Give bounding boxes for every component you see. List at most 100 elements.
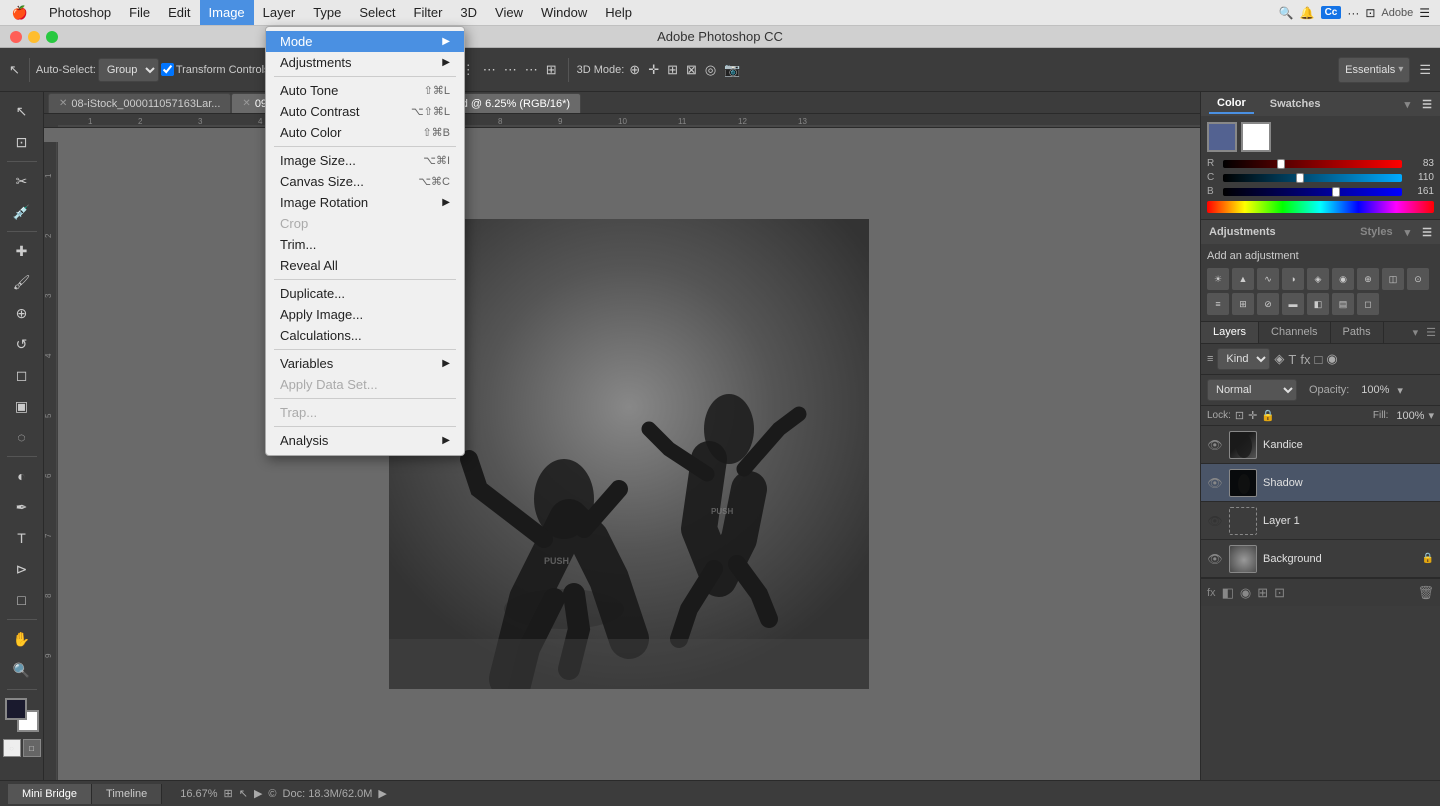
transform-controls-checkbox[interactable]: Transform Controls	[161, 63, 270, 76]
channel-mixer-adj-icon[interactable]: ≡	[1207, 293, 1229, 315]
menu-layer[interactable]: Layer	[254, 0, 305, 25]
menu-item-trim[interactable]: Trim...	[266, 234, 464, 255]
swatches-tab[interactable]: Swatches	[1262, 95, 1329, 113]
kind-dropdown[interactable]: Kind	[1217, 348, 1270, 370]
dist-extra-icon[interactable]: ⊞	[543, 62, 560, 78]
eyedropper-tool[interactable]: 💉	[4, 197, 40, 227]
layer-adj-icon[interactable]: ◉	[1240, 585, 1251, 601]
window-controls[interactable]	[10, 31, 58, 43]
3d-camera-icon[interactable]: 📷	[721, 62, 743, 78]
kind-filter-icon[interactable]: ◈	[1274, 351, 1284, 367]
color-tab[interactable]: Color	[1209, 94, 1254, 114]
lock-pixels-icon[interactable]: ⊡	[1235, 409, 1244, 422]
menu-item-duplicate[interactable]: Duplicate...	[266, 283, 464, 304]
threshold-adj-icon[interactable]: ◧	[1307, 293, 1329, 315]
close-button[interactable]	[10, 31, 22, 43]
path-tool[interactable]: ⊳	[4, 554, 40, 584]
apple-icon[interactable]: 🍎	[12, 5, 28, 21]
menu-type[interactable]: Type	[304, 0, 350, 25]
dist-top-icon[interactable]: ⋯	[480, 62, 499, 78]
layer-row-kandice[interactable]: 👁 Kandice	[1201, 426, 1440, 464]
tab-close-2[interactable]: ✕	[242, 98, 250, 109]
layer-row-background[interactable]: 👁 Background 🔒	[1201, 540, 1440, 578]
menu-file[interactable]: File	[120, 0, 159, 25]
foreground-color-picker[interactable]	[1207, 122, 1237, 152]
layers-panel-collapse[interactable]: ▾	[1409, 322, 1423, 343]
adjustments-tab[interactable]: Styles	[1360, 226, 1392, 238]
menu-item-mode[interactable]: Mode	[266, 31, 464, 52]
color-spectrum-bar[interactable]	[1207, 201, 1434, 213]
mini-bridge-tab[interactable]: Mini Bridge	[8, 784, 92, 804]
eraser-tool[interactable]: ◻	[4, 360, 40, 390]
levels-adj-icon[interactable]: ▲	[1232, 268, 1254, 290]
menu-select[interactable]: Select	[350, 0, 404, 25]
menu-item-analysis[interactable]: Analysis	[266, 430, 464, 451]
grid-icon[interactable]: ⊞	[224, 787, 233, 800]
menu-item-calculations[interactable]: Calculations...	[266, 325, 464, 346]
menu-3d[interactable]: 3D	[451, 0, 486, 25]
menu-help[interactable]: Help	[596, 0, 641, 25]
document-tab-1[interactable]: ✕ 08-iStock_000011057163Lar...	[48, 93, 231, 113]
menu-item-apply-image[interactable]: Apply Image...	[266, 304, 464, 325]
blur-tool[interactable]: ◌	[4, 422, 40, 452]
red-slider-thumb[interactable]	[1277, 159, 1285, 169]
hand-tool[interactable]: ✋	[4, 624, 40, 654]
menu-item-auto-color[interactable]: Auto Color ⇧⌘B	[266, 122, 464, 143]
move-tool[interactable]: ↖	[4, 96, 40, 126]
black-white-adj-icon[interactable]: ◫	[1382, 268, 1404, 290]
menu-image[interactable]: Image	[200, 0, 254, 25]
blue-slider-thumb[interactable]	[1332, 187, 1340, 197]
mode-filter-icon[interactable]: □	[1315, 352, 1323, 367]
screen-mode-icon[interactable]: □	[23, 739, 41, 757]
layer-visibility-layer1[interactable]: 👁	[1207, 513, 1223, 529]
layer-visibility-kandice[interactable]: 👁	[1207, 437, 1223, 453]
layer-visibility-background[interactable]: 👁	[1207, 551, 1223, 567]
3d-roll-icon[interactable]: ◎	[702, 62, 719, 78]
timeline-tab[interactable]: Timeline	[92, 784, 162, 804]
apple-menu[interactable]: 🍎	[0, 5, 40, 21]
dist-bottom-icon[interactable]: ⋯	[522, 62, 541, 78]
menu-photoshop[interactable]: Photoshop	[40, 0, 120, 25]
3d-scale-icon[interactable]: ⊞	[664, 62, 681, 78]
tab-close-1[interactable]: ✕	[59, 98, 67, 109]
cyan-slider[interactable]	[1223, 174, 1402, 182]
effect-filter-icon[interactable]: fx	[1300, 352, 1310, 367]
dodge-tool[interactable]: ◐	[4, 461, 40, 491]
menu-item-canvas-size[interactable]: Canvas Size... ⌥⌘C	[266, 171, 464, 192]
screen-icon[interactable]: ⊡	[1365, 6, 1375, 20]
new-group-icon[interactable]: ⊞	[1257, 585, 1268, 601]
menu-item-adjustments[interactable]: Adjustments	[266, 52, 464, 73]
3d-slide-icon[interactable]: ⊠	[683, 62, 700, 78]
new-layer-icon[interactable]: ⊡	[1274, 585, 1285, 601]
type-tool[interactable]: T	[4, 523, 40, 553]
canvas-scroll-area[interactable]: PUSH PUSH	[58, 128, 1200, 780]
menu-item-trap[interactable]: Trap...	[266, 402, 464, 423]
red-slider[interactable]	[1223, 160, 1402, 168]
menu-item-image-rotation[interactable]: Image Rotation	[266, 192, 464, 213]
doc-arrow-icon[interactable]: ▶	[378, 787, 386, 800]
heal-tool[interactable]: ✚	[4, 236, 40, 266]
posterize-adj-icon[interactable]: ▬	[1282, 293, 1304, 315]
color-balance-adj-icon[interactable]: ⊕	[1357, 268, 1379, 290]
menu-view[interactable]: View	[486, 0, 532, 25]
maximize-button[interactable]	[46, 31, 58, 43]
menu-item-variables[interactable]: Variables	[266, 353, 464, 374]
layers-panel-menu-icon[interactable]: ☰	[1422, 322, 1440, 343]
color-panel-collapse[interactable]: ▾	[1405, 98, 1411, 111]
gradient-tool[interactable]: ▣	[4, 391, 40, 421]
menu-item-auto-tone[interactable]: Auto Tone ⇧⌘L	[266, 80, 464, 101]
delete-layer-icon[interactable]: 🗑	[1417, 585, 1434, 601]
layer-row-shadow[interactable]: 👁 Shadow	[1201, 464, 1440, 502]
color-selector[interactable]	[5, 698, 39, 732]
paths-tab[interactable]: Paths	[1331, 322, 1384, 343]
menu-item-image-size[interactable]: Image Size... ⌥⌘I	[266, 150, 464, 171]
3d-rotate-icon[interactable]: ⊕	[626, 62, 643, 78]
fill-arrow-icon[interactable]: ▾	[1428, 409, 1434, 422]
auto-select-dropdown[interactable]: Group Layer	[98, 58, 159, 82]
menu-item-auto-contrast[interactable]: Auto Contrast ⌥⇧⌘L	[266, 101, 464, 122]
vibrance-adj-icon[interactable]: ◈	[1307, 268, 1329, 290]
history-tool[interactable]: ↺	[4, 329, 40, 359]
cc-icon[interactable]: Cc	[1321, 6, 1342, 19]
zoom-tool[interactable]: 🔍	[4, 655, 40, 685]
workspace-menu-icon[interactable]: ☰	[1416, 62, 1434, 78]
